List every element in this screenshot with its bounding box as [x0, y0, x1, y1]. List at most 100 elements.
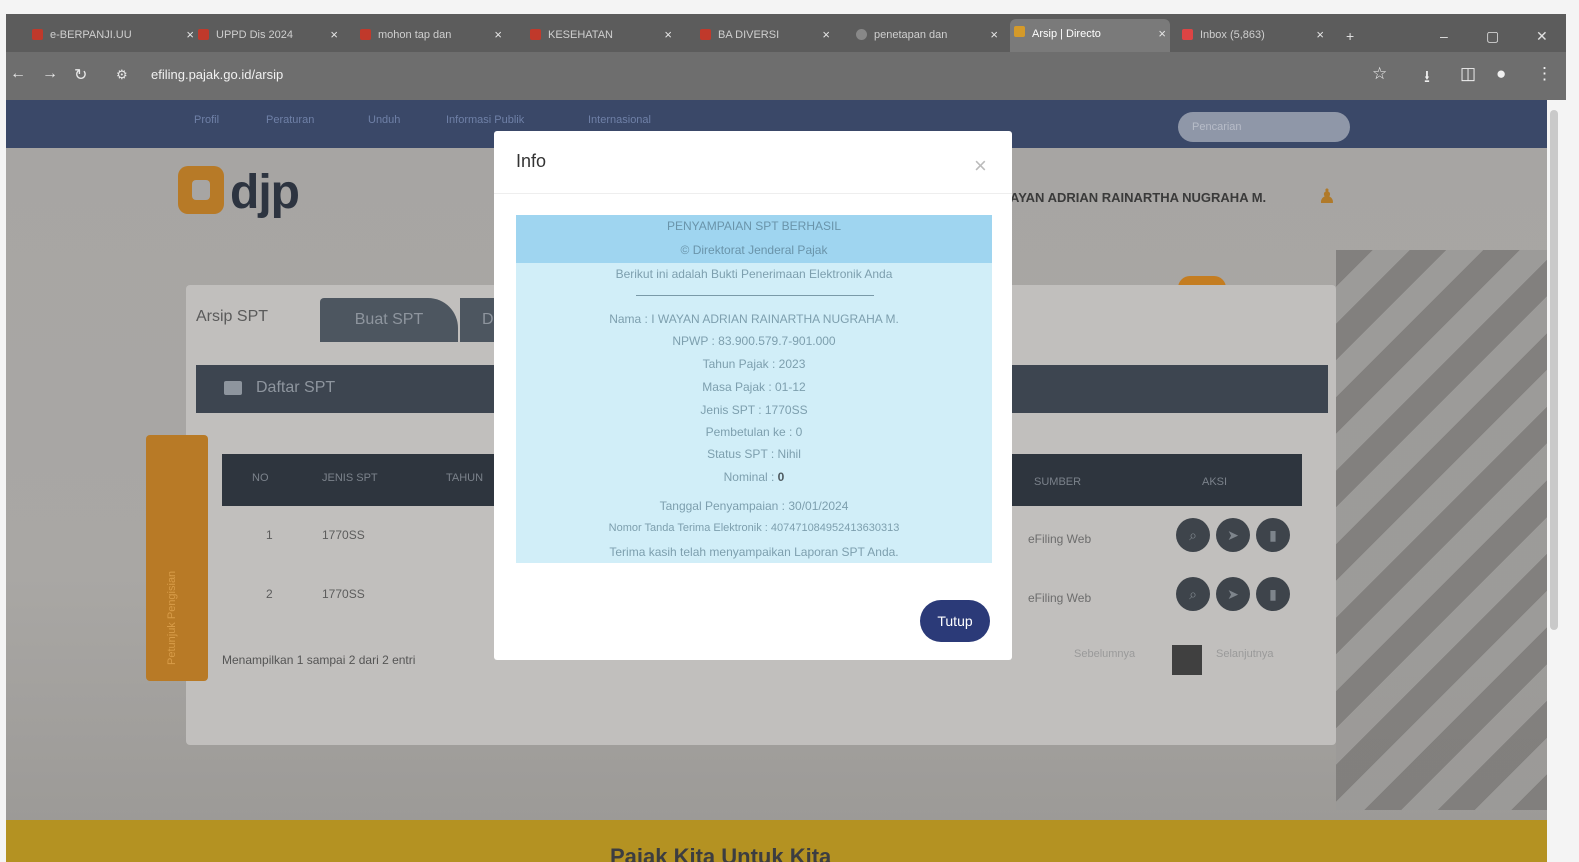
tab-label: Inbox (5,863)	[1200, 29, 1265, 41]
tab-favicon-icon	[360, 29, 371, 40]
cell-sumber: eFiling Web	[1028, 591, 1092, 605]
receipt-intro: Berikut ini adalah Bukti Penerimaan Elek…	[615, 267, 893, 281]
pager-page-1[interactable]	[1172, 645, 1202, 675]
receipt-tanggal: Tanggal Penyampaian : 30/01/2024	[659, 499, 849, 513]
tab-label: mohon tap dan	[378, 29, 452, 41]
cell-jenis-spt: 1770SS	[322, 528, 365, 542]
minimize-icon[interactable]: –	[1440, 28, 1448, 44]
receipt-thanks: Terima kasih telah menyampaikan Laporan …	[609, 545, 899, 559]
download-icon[interactable]: ⭳	[1424, 64, 1430, 93]
site-info-icon[interactable]: ⚙	[116, 67, 128, 83]
info-modal: Info × PENYAMPAIAN SPT BERHASIL © Direkt…	[494, 131, 1012, 660]
screen: e-BERPANJI.UU × UPPD Dis 2024 × mohon tap …	[0, 0, 1579, 862]
profile-icon[interactable]: ●	[1496, 64, 1506, 84]
close-icon[interactable]: ×	[974, 153, 987, 179]
cell-no: 1	[266, 528, 273, 542]
close-tab-icon[interactable]: ×	[494, 22, 502, 48]
djp-logo: djp	[178, 160, 300, 220]
browser-tab-active[interactable]: Arsip | Directo ×	[1010, 19, 1170, 52]
bookmark-star-icon[interactable]: ☆	[1372, 64, 1387, 84]
close-tab-icon[interactable]: ×	[1316, 22, 1324, 48]
receipt-jenis-spt: Jenis SPT : 1770SS	[700, 403, 808, 417]
pager-prev[interactable]: Sebelumnya	[1074, 648, 1135, 660]
receipt-heading: PENYAMPAIAN SPT BERHASIL	[666, 219, 842, 233]
cell-jenis-spt: 1770SS	[322, 587, 365, 601]
table-info: Menampilkan 1 sampai 2 dari 2 entri	[222, 653, 416, 667]
building-image	[1336, 250, 1547, 810]
delete-icon[interactable]: ▮	[1256, 577, 1290, 611]
tab-arsip-spt[interactable]: Arsip SPT	[196, 308, 268, 326]
tab-label: KESEHATAN	[548, 29, 613, 41]
header-tahun: TAHUN	[446, 472, 484, 484]
slogan-banner: Pajak Kita Untuk Kita	[6, 820, 1547, 862]
close-tab-icon[interactable]: ×	[990, 22, 998, 48]
tab-label: BA DIVERSI	[718, 29, 780, 41]
header-aksi: AKSI	[1202, 476, 1228, 488]
receipt-separator	[636, 295, 874, 296]
receipt-subheading: © Direktorat Jenderal Pajak	[680, 243, 828, 257]
browser-tab[interactable]: Inbox (5,863) ×	[1178, 22, 1328, 48]
maximize-icon[interactable]: ▢	[1486, 28, 1499, 45]
nav-item-informasi-publik[interactable]: Informasi Publik	[446, 114, 524, 126]
header-jenis-spt: JENIS SPT	[322, 472, 378, 484]
receipt-nominal: Nominal : 0	[516, 470, 992, 484]
receipt-masa-pajak: Masa Pajak : 01-12	[702, 380, 806, 394]
browser-tab[interactable]: KESEHATAN ×	[526, 22, 676, 48]
close-tab-icon[interactable]: ×	[664, 22, 672, 48]
pager-next[interactable]: Selanjutnya	[1216, 648, 1274, 660]
cell-no: 2	[266, 587, 273, 601]
side-tab-label: Petunjuk Pengisian	[166, 570, 178, 665]
slogan-text: Pajak Kita Untuk Kita	[610, 844, 832, 862]
tab-label: Arsip | Directo	[1032, 28, 1101, 40]
nav-item-profil[interactable]: Profil	[194, 114, 219, 126]
user-icon[interactable]: ♟	[1318, 184, 1340, 210]
browser-tab[interactable]: BA DIVERSI ×	[696, 22, 834, 48]
browser-tab[interactable]: penetapan dan ×	[852, 22, 1002, 48]
delete-icon[interactable]: ▮	[1256, 518, 1290, 552]
send-icon[interactable]: ➤	[1216, 577, 1250, 611]
view-icon[interactable]: ⌕	[1176, 577, 1210, 611]
tab-label: UPPD Dis 2024	[216, 29, 294, 41]
new-tab-icon[interactable]: +	[1346, 28, 1354, 44]
view-icon[interactable]: ⌕	[1176, 518, 1210, 552]
sidepanel-icon[interactable]: ◫	[1460, 64, 1476, 84]
tab-buat-spt[interactable]: Buat SPT	[320, 298, 458, 342]
close-tab-icon[interactable]: ×	[330, 22, 338, 48]
folder-icon	[224, 381, 242, 395]
user-name[interactable]: AYAN ADRIAN RAINARTHA NUGRAHA M.	[1010, 190, 1266, 205]
close-tab-icon[interactable]: ×	[1158, 19, 1166, 49]
browser-tab[interactable]: UPPD Dis 2024 ×	[194, 22, 342, 48]
forward-icon[interactable]: →	[42, 65, 58, 83]
nav-item-internasional[interactable]: Internasional	[588, 114, 651, 126]
close-tab-icon[interactable]: ×	[822, 22, 830, 48]
receipt-tahun-pajak: Tahun Pajak : 2023	[702, 357, 806, 371]
tab-favicon-icon	[198, 29, 209, 40]
close-window-icon[interactable]: ✕	[1536, 28, 1548, 45]
nav-item-unduh[interactable]: Unduh	[368, 114, 400, 126]
site-search-input[interactable]: Pencarian	[1178, 112, 1350, 142]
browser-tab[interactable]: e-BERPANJI.UU ×	[28, 22, 198, 48]
cell-sumber: eFiling Web	[1028, 532, 1092, 546]
close-tab-icon[interactable]: ×	[186, 22, 194, 48]
tutup-button[interactable]: Tutup	[920, 600, 990, 642]
daftar-spt-title: Daftar SPT	[256, 379, 336, 396]
back-icon[interactable]: ←	[10, 65, 26, 83]
menu-icon[interactable]: ⋮	[1536, 64, 1553, 84]
header-sumber: SUMBER	[1034, 476, 1082, 488]
petunjuk-pengisian-tab[interactable]: Petunjuk Pengisian	[146, 435, 208, 681]
receipt-status: Status SPT : Nihil	[707, 447, 801, 461]
receipt-box: PENYAMPAIAN SPT BERHASIL © Direktorat Je…	[516, 215, 992, 563]
browser-tab[interactable]: mohon tap dan ×	[356, 22, 506, 48]
reload-icon[interactable]: ↻	[74, 65, 87, 85]
page-scrollbar[interactable]	[1547, 100, 1561, 862]
tab-favicon-icon	[1014, 26, 1025, 37]
gmail-icon	[1182, 29, 1193, 40]
address-bar[interactable]: efiling.pajak.go.id/arsip	[151, 67, 283, 82]
nav-item-peraturan[interactable]: Peraturan	[266, 114, 314, 126]
tab-favicon-icon	[32, 29, 43, 40]
scrollbar-thumb[interactable]	[1550, 110, 1558, 630]
send-icon[interactable]: ➤	[1216, 518, 1250, 552]
globe-icon	[856, 29, 867, 40]
nominal-label: Nominal :	[723, 470, 775, 484]
nominal-value: 0	[777, 470, 785, 484]
